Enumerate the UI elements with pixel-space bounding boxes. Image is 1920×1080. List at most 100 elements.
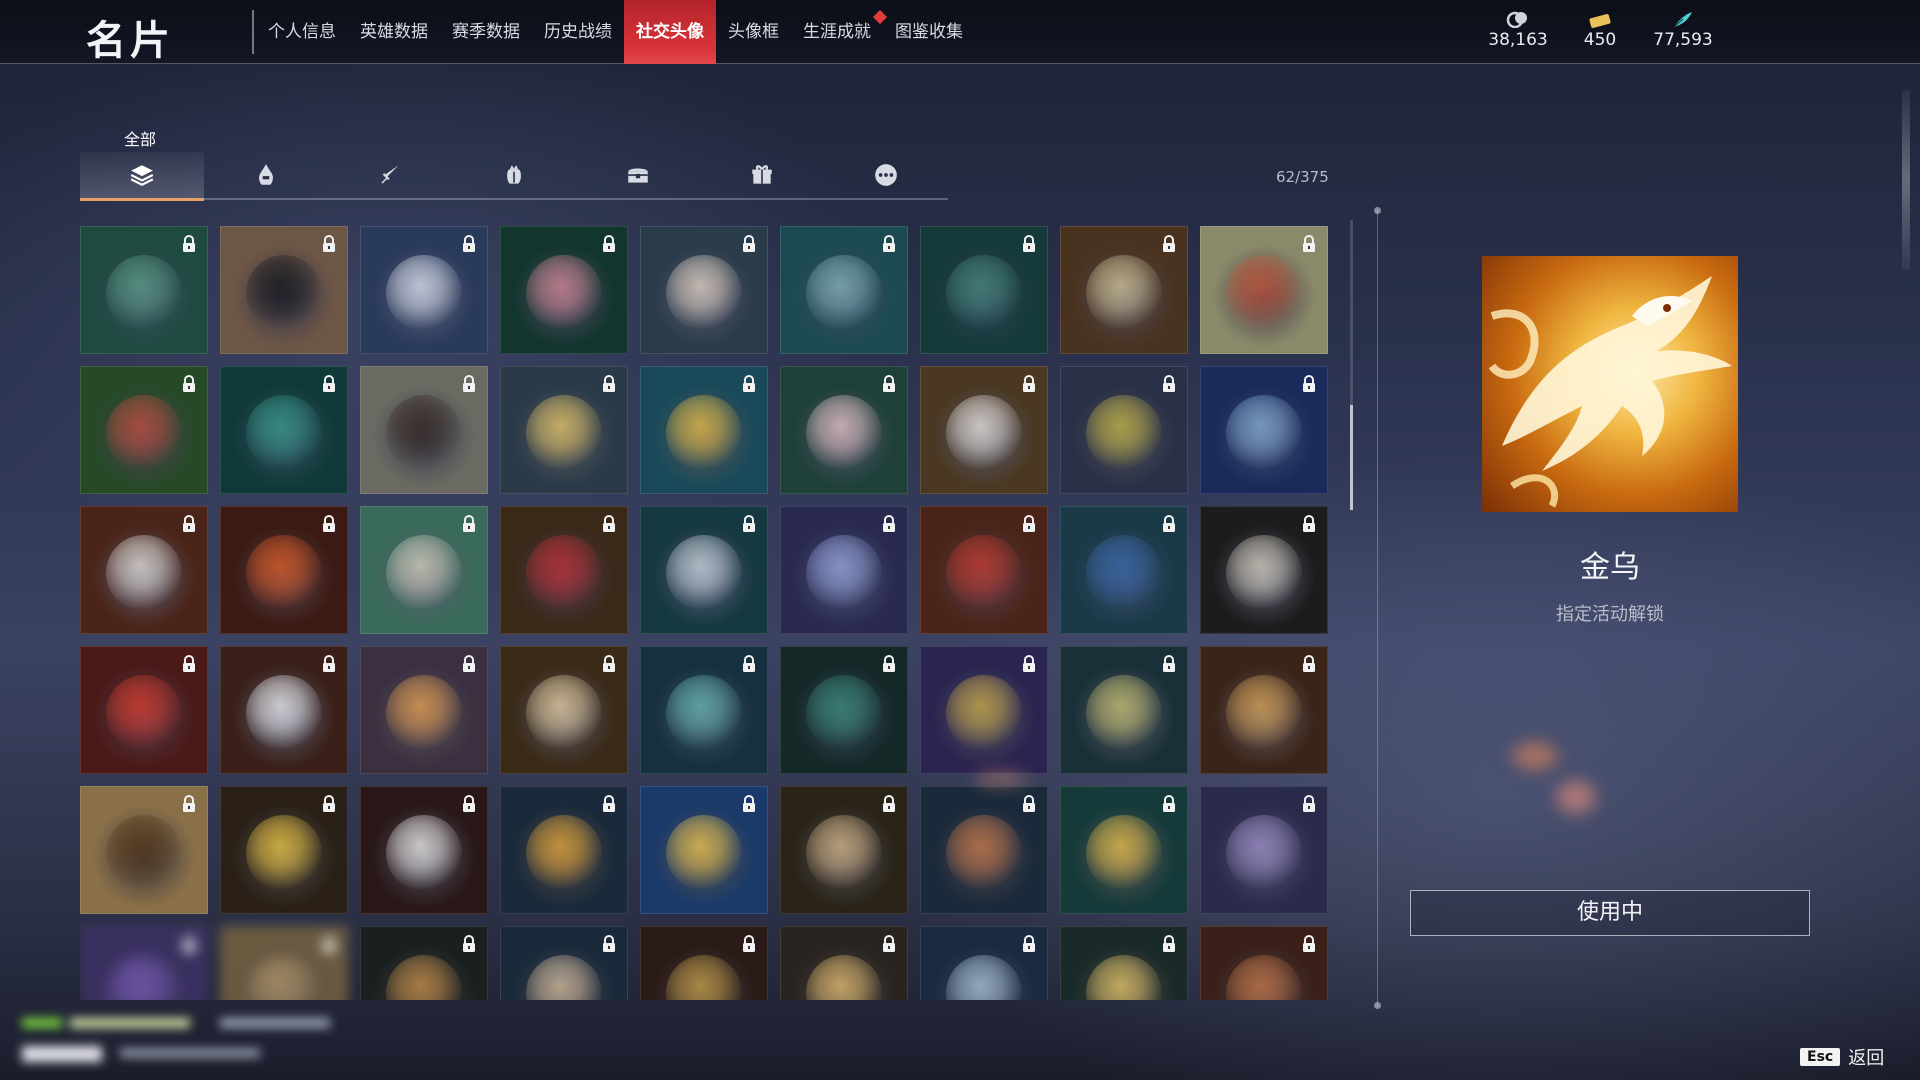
category-tab[interactable]: [824, 152, 948, 198]
avatar-tile[interactable]: [1060, 646, 1188, 774]
lock-icon: [1303, 655, 1315, 672]
avatar-tile[interactable]: [780, 646, 908, 774]
avatar-tile[interactable]: [360, 786, 488, 914]
avatar-tile[interactable]: [80, 926, 208, 1000]
avatar-tile[interactable]: [1200, 226, 1328, 354]
avatar-tile[interactable]: [780, 786, 908, 914]
avatar-tile[interactable]: [360, 506, 488, 634]
avatar-artwork: [1086, 534, 1162, 611]
category-tab[interactable]: [452, 152, 576, 198]
avatar-tile[interactable]: [1060, 786, 1188, 914]
lock-icon: [603, 935, 615, 952]
avatar-tile[interactable]: [640, 786, 768, 914]
in-use-button[interactable]: 使用中: [1410, 890, 1810, 936]
avatar-tile[interactable]: [640, 926, 768, 1000]
avatar-tile[interactable]: [500, 506, 628, 634]
avatar-tile[interactable]: [920, 506, 1048, 634]
nav-tab[interactable]: 社交头像: [624, 0, 716, 64]
avatar-artwork: [106, 394, 182, 471]
avatar-tile[interactable]: [640, 506, 768, 634]
category-tab[interactable]: [328, 152, 452, 198]
avatar-tile[interactable]: [1060, 366, 1188, 494]
avatar-tile[interactable]: [500, 366, 628, 494]
avatar-tile[interactable]: [640, 646, 768, 774]
avatar-tile[interactable]: [500, 786, 628, 914]
category-tab[interactable]: [700, 152, 824, 198]
avatar-tile[interactable]: [640, 366, 768, 494]
avatar-artwork: [946, 674, 1022, 751]
lock-icon: [603, 375, 615, 392]
back-label: 返回: [1848, 1048, 1885, 1069]
avatar-tile[interactable]: [920, 646, 1048, 774]
feather-icon: [1673, 12, 1692, 28]
avatar-tile[interactable]: [360, 366, 488, 494]
sword-icon: [381, 165, 399, 184]
avatar-artwork: [666, 674, 742, 751]
avatar-tile[interactable]: [1200, 926, 1328, 1000]
avatar-tile[interactable]: [500, 646, 628, 774]
more-icon: [875, 164, 897, 186]
avatar-tile[interactable]: [780, 366, 908, 494]
avatar-tile[interactable]: [920, 366, 1048, 494]
esc-key-hint: Esc: [1800, 1048, 1841, 1066]
avatar-tile[interactable]: [1200, 506, 1328, 634]
lock-icon: [883, 655, 895, 672]
avatar-tile[interactable]: [220, 366, 348, 494]
currency-item: 38,163: [1478, 10, 1558, 50]
avatar-tile[interactable]: [80, 226, 208, 354]
nav-tab[interactable]: 历史战绩: [532, 0, 624, 64]
nav-tab[interactable]: 生涯成就: [791, 0, 888, 64]
avatar-tile[interactable]: [1060, 506, 1188, 634]
avatar-tile[interactable]: [920, 226, 1048, 354]
avatar-tile[interactable]: [1200, 646, 1328, 774]
avatar-tile[interactable]: [1060, 226, 1188, 354]
avatar-tile[interactable]: [80, 786, 208, 914]
avatar-tile[interactable]: [1060, 926, 1188, 1000]
avatar-tile[interactable]: [500, 926, 628, 1000]
avatar-tile[interactable]: [640, 226, 768, 354]
avatar-tile[interactable]: [220, 506, 348, 634]
avatar-tile[interactable]: [80, 366, 208, 494]
avatar-tile[interactable]: [500, 226, 628, 354]
category-tab[interactable]: [80, 152, 204, 201]
avatar-tile[interactable]: [220, 226, 348, 354]
grid-scrollbar-thumb[interactable]: [1350, 405, 1353, 510]
lock-icon: [1303, 935, 1315, 952]
lock-icon: [323, 935, 335, 952]
avatar-tile[interactable]: [80, 506, 208, 634]
lock-icon: [883, 515, 895, 532]
nav-tab-label: 头像框: [728, 22, 779, 42]
nav-tab[interactable]: 个人信息: [256, 0, 348, 64]
avatar-tile[interactable]: [80, 646, 208, 774]
blurred-user-info: [20, 1010, 350, 1078]
lock-icon: [1163, 655, 1175, 672]
nav-tab[interactable]: 头像框: [716, 0, 791, 64]
nav-tab-label: 社交头像: [636, 22, 704, 42]
avatar-tile[interactable]: [920, 926, 1048, 1000]
avatar-artwork: [246, 254, 322, 331]
nav-tab[interactable]: 赛季数据: [440, 0, 532, 64]
back-shortcut[interactable]: Esc 返回: [1800, 1044, 1884, 1070]
avatar-tile[interactable]: [780, 506, 908, 634]
avatar-artwork: [526, 534, 602, 611]
currency-value: 77,593: [1653, 30, 1713, 50]
avatar-tile[interactable]: [920, 786, 1048, 914]
nav-tab[interactable]: 图鉴收集: [883, 0, 975, 64]
avatar-artwork: [946, 254, 1022, 331]
avatar-tile[interactable]: [220, 786, 348, 914]
lock-icon: [1163, 935, 1175, 952]
avatar-tile[interactable]: [780, 926, 908, 1000]
avatar-tile[interactable]: [220, 926, 348, 1000]
panel-divider: [1374, 207, 1381, 1009]
avatar-tile[interactable]: [360, 926, 488, 1000]
nav-tab[interactable]: 英雄数据: [348, 0, 440, 64]
avatar-tile[interactable]: [360, 646, 488, 774]
avatar-tile[interactable]: [220, 646, 348, 774]
avatar-tile[interactable]: [1200, 786, 1328, 914]
avatar-tile[interactable]: [780, 226, 908, 354]
avatar-tile[interactable]: [360, 226, 488, 354]
category-tab[interactable]: [576, 152, 700, 198]
category-tab[interactable]: [204, 152, 328, 198]
lock-icon: [883, 795, 895, 812]
avatar-tile[interactable]: [1200, 366, 1328, 494]
